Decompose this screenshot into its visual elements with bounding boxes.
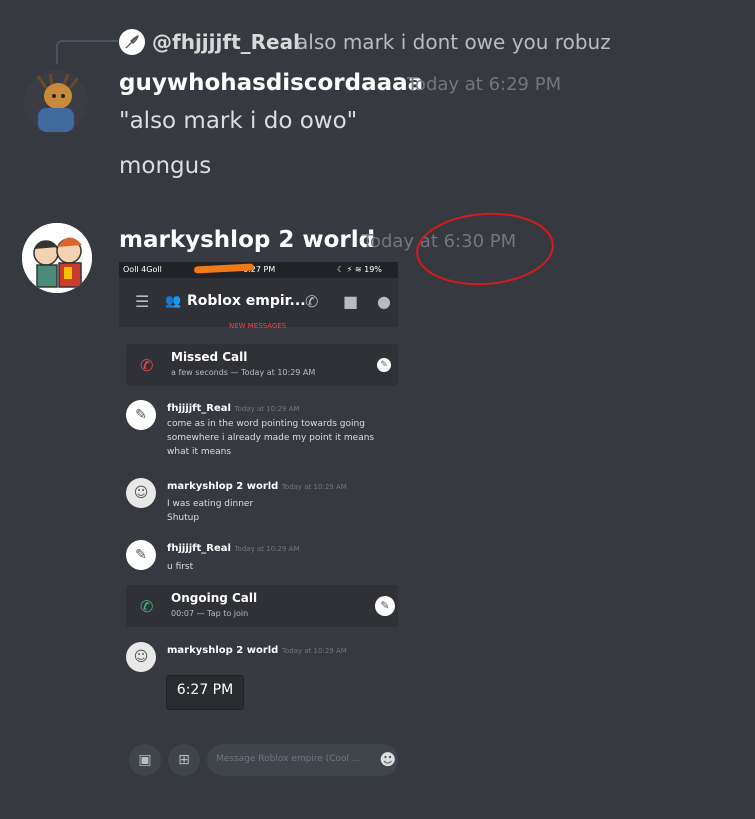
message-text: "also mark i do owo" [119, 108, 358, 134]
phone-call-icon: ✆ [140, 597, 154, 616]
phone-missed-icon: ✆ [140, 356, 154, 375]
username[interactable]: guywhohasdiscordaaaa [119, 70, 423, 96]
caller-avatar: ✎ [377, 358, 391, 372]
time-image: 6:27 PM [166, 675, 244, 710]
channel-title: Roblox empir... [187, 293, 306, 309]
username: markyshlop 2 world Today at 10:29 AM [167, 481, 347, 492]
video-icon: ■ [343, 292, 359, 311]
new-messages-divider: NEW MESSAGES [229, 322, 287, 330]
timestamp: Today at 6:29 PM [407, 74, 562, 95]
ongoing-call-card: ✆ Ongoing Call 00:07 — Tap to join ✎ [126, 585, 398, 627]
image-icon: ▣ [129, 744, 161, 776]
annotation-circle [413, 208, 557, 290]
reply-avatar[interactable] [119, 29, 145, 55]
phone-status-bar: Ooll 4Goll 6:27 PM ☾ ⚡ ≋ 19% [119, 262, 398, 278]
user-avatar-icon [22, 223, 92, 293]
call-icon: ✆ [305, 292, 319, 311]
message-text: mongus [119, 153, 212, 179]
user-avatar-icon [24, 70, 88, 134]
channel-header: ☰ 👥 Roblox empir... ✆ ■ ● [119, 278, 398, 327]
group-icon: 👥 [165, 294, 182, 309]
attached-image[interactable]: Ooll 4Goll 6:27 PM ☾ ⚡ ≋ 19% ☰ 👥 Roblox … [119, 262, 398, 782]
reply-username[interactable]: @fhjjjjft_Real [152, 30, 300, 54]
menu-icon: ☰ [135, 292, 150, 311]
message-text: I was eating dinner Shutup [167, 499, 254, 523]
reply-text[interactable]: also mark i dont owe you robuz [296, 30, 611, 54]
avatar: ☺ [126, 642, 156, 672]
gift-icon: ⊞ [168, 744, 200, 776]
reply-connector [56, 40, 118, 64]
username: markyshlop 2 world Today at 10:29 AM [167, 645, 347, 656]
username: fhjjjjft_Real Today at 10:29 AM [167, 403, 300, 414]
missed-call-card: ✆ Missed Call a few seconds — Today at 1… [126, 344, 398, 386]
message-text: u first [167, 562, 194, 572]
username[interactable]: markyshlop 2 world [119, 227, 375, 253]
message-composer: ▣ ⊞ Message Roblox empire (Cool ... ☻ [129, 744, 398, 776]
avatar[interactable] [22, 223, 92, 293]
members-icon: ● [377, 292, 391, 311]
avatar: ✎ [126, 400, 156, 430]
message-input: Message Roblox empire (Cool ... ☻ [207, 744, 398, 776]
feather-icon [125, 35, 139, 49]
avatar: ☺ [126, 478, 156, 508]
avatar[interactable] [24, 70, 88, 134]
avatar: ✎ [126, 540, 156, 570]
message-text: come as in the word pointing towards goi… [167, 419, 375, 457]
emoji-icon: ☻ [379, 750, 396, 769]
caller-avatar: ✎ [375, 596, 395, 616]
username: fhjjjjft_Real Today at 10:29 AM [167, 543, 300, 554]
